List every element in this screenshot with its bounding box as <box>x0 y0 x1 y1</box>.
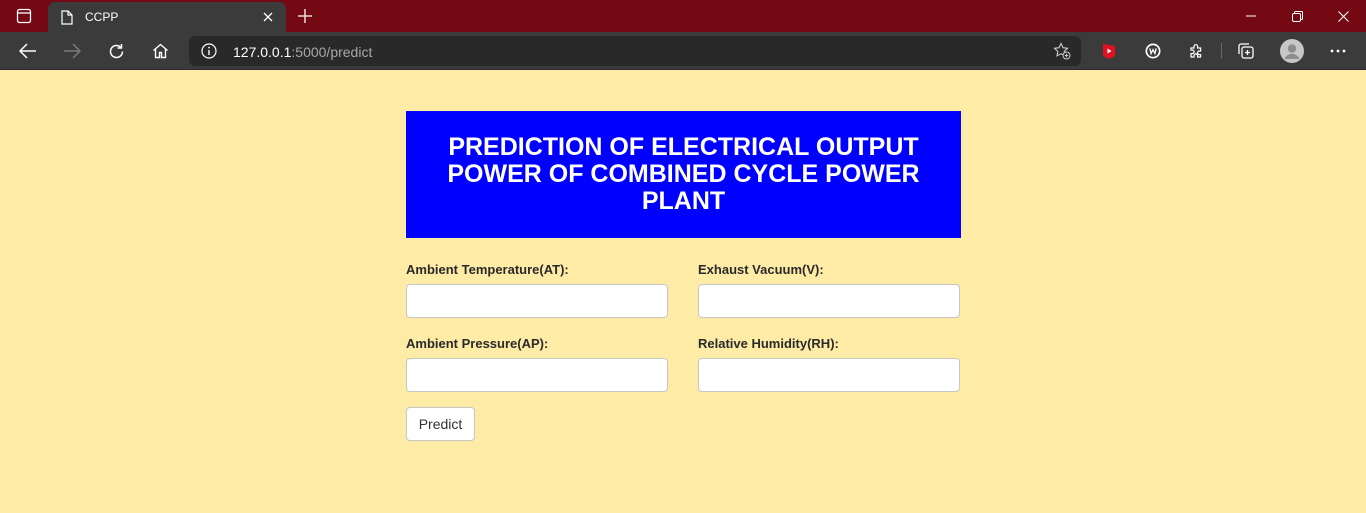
address-bar[interactable]: 127.0.0.1:5000/predict <box>189 36 1081 66</box>
browser-toolbar: 127.0.0.1:5000/predict <box>0 32 1366 70</box>
restore-button[interactable] <box>1274 0 1320 32</box>
profile-avatar[interactable] <box>1278 37 1306 65</box>
tab-title: CCPP <box>85 10 119 24</box>
url-host: 127.0.0.1 <box>233 44 292 60</box>
page-title: PREDICTION OF ELECTRICAL OUTPUT POWER OF… <box>447 133 920 215</box>
toolbar-separator <box>1221 43 1222 59</box>
extensions-puzzle-icon[interactable] <box>1183 37 1211 65</box>
collections-icon[interactable] <box>1232 37 1260 65</box>
tab-actions-icon[interactable] <box>8 4 40 28</box>
url-text[interactable]: 127.0.0.1:5000/predict <box>233 44 372 60</box>
tab-close-icon[interactable] <box>260 9 276 25</box>
exhaust-vacuum-input[interactable] <box>698 284 960 318</box>
rh-label: Relative Humidity(RH): <box>698 336 839 351</box>
predict-button[interactable]: Predict <box>406 407 475 441</box>
title-banner: PREDICTION OF ELECTRICAL OUTPUT POWER OF… <box>406 111 961 238</box>
page-content: PREDICTION OF ELECTRICAL OUTPUT POWER OF… <box>0 71 1366 513</box>
relative-humidity-input[interactable] <box>698 358 960 392</box>
close-window-button[interactable] <box>1320 0 1366 32</box>
ambient-pressure-input[interactable] <box>406 358 668 392</box>
w-extension-icon[interactable] <box>1139 37 1167 65</box>
url-path: :5000/predict <box>291 44 373 60</box>
more-options-icon[interactable] <box>1324 37 1352 65</box>
ambient-temperature-input[interactable] <box>406 284 668 318</box>
back-arrow-icon[interactable] <box>14 37 42 65</box>
minimize-button[interactable] <box>1228 0 1274 32</box>
v-label: Exhaust Vacuum(V): <box>698 262 824 277</box>
refresh-icon[interactable] <box>102 37 130 65</box>
site-info-icon[interactable] <box>201 43 217 59</box>
page-icon <box>60 9 74 25</box>
add-favorite-icon[interactable] <box>1053 42 1071 60</box>
at-label: Ambient Temperature(AT): <box>406 262 569 277</box>
ap-label: Ambient Pressure(AP): <box>406 336 549 351</box>
browser-tab-strip: CCPP <box>0 0 1366 32</box>
active-tab[interactable]: CCPP <box>48 2 286 32</box>
youtube-extension-icon[interactable] <box>1095 37 1123 65</box>
forward-arrow-icon[interactable] <box>58 37 86 65</box>
new-tab-button[interactable] <box>293 5 317 27</box>
home-icon[interactable] <box>146 37 174 65</box>
